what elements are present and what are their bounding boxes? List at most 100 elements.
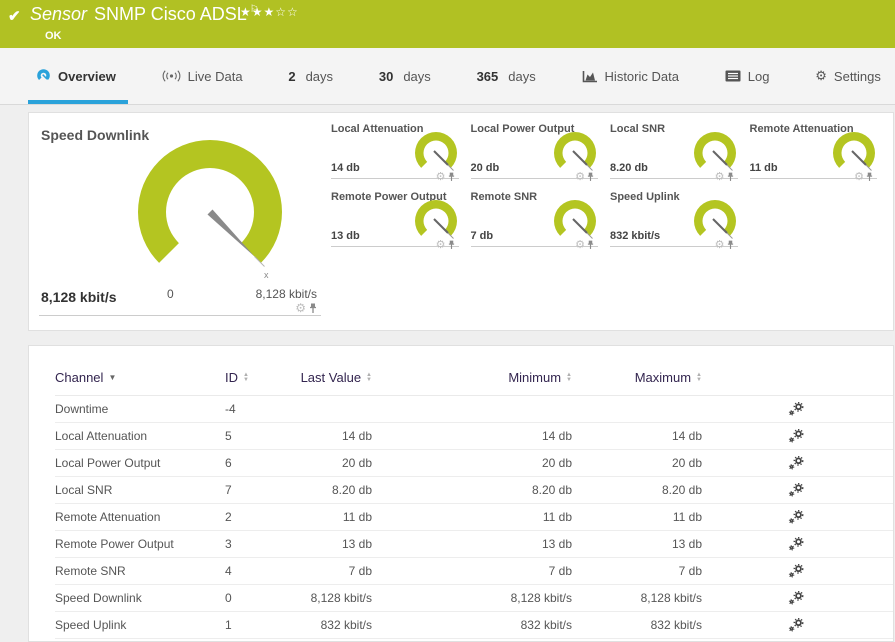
gauge-settings-icon[interactable]: ⚙ <box>715 170 725 183</box>
table-row-local-attenuation: Local Attenuation 5 14 db 14 db 14 db <box>55 423 893 450</box>
channel-settings-button[interactable] <box>788 618 804 632</box>
ok-check-icon: ✔ <box>8 8 21 25</box>
pin-icon[interactable] <box>866 172 873 182</box>
maximum-value: 20 db <box>671 456 702 470</box>
gauge-scale-max: 8,128 kbit/s <box>255 287 317 301</box>
channel-name: Downtime <box>55 402 109 416</box>
sensor-status-bar: ✔ Sensor SNMP Cisco ADSL ⚐ ★★★☆☆ OK <box>0 0 895 48</box>
gauge-scale-min: 0 <box>167 287 174 301</box>
table-row-speed-downlink: Speed Downlink 0 8,128 kbit/s 8,128 kbit… <box>55 585 893 612</box>
last-value: 8,128 kbit/s <box>310 591 372 605</box>
priority-stars[interactable]: ★★★☆☆ <box>240 5 299 19</box>
gauge-settings-icon[interactable]: ⚙ <box>715 238 725 251</box>
minimum-value: 8.20 db <box>531 483 572 497</box>
column-header-channel[interactable]: Channel ▼ <box>55 370 225 385</box>
channel-settings-button[interactable] <box>788 429 804 443</box>
gauge-settings-icon[interactable]: ⚙ <box>575 170 585 183</box>
column-header-id[interactable]: ID ▲ ▼ <box>225 370 300 385</box>
gauge-current-value: 8,128 kbit/s <box>41 289 117 305</box>
gauge-title: Speed Downlink <box>41 127 150 143</box>
channel-settings-button[interactable] <box>788 456 804 470</box>
channel-name: Local SNR <box>55 483 113 497</box>
column-header-minimum[interactable]: Minimum ▲ ▼ <box>372 370 572 385</box>
column-label: ID <box>225 370 238 385</box>
pin-icon[interactable] <box>448 240 455 250</box>
needle-marker: x <box>264 270 269 280</box>
column-header-last-value[interactable]: Last Value ▲ ▼ <box>300 370 372 385</box>
gauge-title: Speed Uplink <box>610 191 680 203</box>
tab-settings[interactable]: ⚙ Settings <box>809 48 887 104</box>
gauge-current-value: 20 db <box>470 162 500 174</box>
table-row-speed-uplink: Speed Uplink 1 832 kbit/s 832 kbit/s 832… <box>55 612 893 639</box>
mini-gauge-speed-uplink: Speed Uplink 832 kbit/s ⚙ <box>610 191 738 251</box>
channel-gears-icon <box>788 402 804 416</box>
pin-icon[interactable] <box>587 172 594 182</box>
channel-settings-button[interactable] <box>788 564 804 578</box>
tab-overview[interactable]: Overview <box>28 48 128 104</box>
sort-icon: ▲ ▼ <box>243 371 249 383</box>
gauge-settings-icon[interactable]: ⚙ <box>436 170 446 183</box>
gauge-settings-icon[interactable]: ⚙ <box>295 301 306 315</box>
tab-2-days[interactable]: 2 days <box>282 48 339 104</box>
channel-settings-button[interactable] <box>788 510 804 524</box>
pin-icon[interactable] <box>727 240 734 250</box>
channel-gears-icon <box>788 456 804 470</box>
mini-gauge-remote-attenuation: Remote Attenuation 11 db ⚙ <box>749 123 877 183</box>
channel-settings-button[interactable] <box>788 591 804 605</box>
last-value: 13 db <box>341 537 372 551</box>
gauge-current-value: 11 db <box>749 162 778 174</box>
sort-descending-icon: ▼ <box>108 373 117 382</box>
gauge-title: Local Attenuation <box>331 123 424 135</box>
pin-icon[interactable] <box>309 303 317 314</box>
sort-icon: ▲ ▼ <box>696 371 702 383</box>
gauge-settings-icon[interactable]: ⚙ <box>436 238 446 251</box>
tab-label: days <box>403 68 431 84</box>
gauge-title: Remote SNR <box>470 191 538 203</box>
table-row-local-snr: Local SNR 7 8.20 db 8.20 db 8.20 db <box>55 477 893 504</box>
channel-settings-button[interactable] <box>788 402 804 416</box>
tab-label: days <box>305 68 334 84</box>
channel-name: Speed Downlink <box>55 591 142 605</box>
pin-icon[interactable] <box>587 240 594 250</box>
channel-gears-icon <box>788 483 804 497</box>
mini-gauge-remote-power-output: Remote Power Output 13 db ⚙ <box>331 191 459 251</box>
table-row-local-power-output: Local Power Output 6 20 db 20 db 20 db <box>55 450 893 477</box>
tab-log[interactable]: Log <box>719 48 776 104</box>
pin-icon[interactable] <box>448 172 455 182</box>
maximum-value: 14 db <box>671 429 702 443</box>
tab-30-days[interactable]: 30 days <box>373 48 437 104</box>
channel-id: 5 <box>225 429 232 443</box>
column-header-maximum[interactable]: Maximum ▲ ▼ <box>572 370 702 385</box>
tab-label: Live Data <box>187 68 243 84</box>
channel-settings-button[interactable] <box>788 537 804 551</box>
channel-name: Remote Power Output <box>55 537 174 551</box>
tab-historic-data[interactable]: Historic Data <box>576 48 685 104</box>
page-title: Sensor SNMP Cisco ADSL ⚐ <box>30 4 259 25</box>
gauge-current-value: 13 db <box>331 230 360 242</box>
mini-gauge-local-power-output: Local Power Output 20 db ⚙ <box>470 123 598 183</box>
gauge-settings-icon[interactable]: ⚙ <box>854 170 864 183</box>
channel-id: 6 <box>225 456 232 470</box>
sensor-name: SNMP Cisco ADSL <box>94 4 247 24</box>
tab-label: Overview <box>58 68 116 84</box>
channel-gears-icon <box>788 429 804 443</box>
column-label: Last Value <box>300 370 362 385</box>
historic-data-icon <box>582 70 598 83</box>
minimum-value: 7 db <box>548 564 572 578</box>
last-value: 14 db <box>341 429 372 443</box>
channel-id: 3 <box>225 537 232 551</box>
stars-empty: ☆☆ <box>275 5 299 19</box>
pin-icon[interactable] <box>727 172 734 182</box>
tab-live-data[interactable]: Live Data <box>156 48 249 104</box>
settings-gear-icon: ⚙ <box>815 68 827 83</box>
gauges-panel: Speed Downlink x 8,128 kbit/s 0 8,128 kb… <box>28 112 894 331</box>
channel-settings-button[interactable] <box>788 483 804 497</box>
tab-365-days[interactable]: 365 days <box>471 48 542 104</box>
gauge-settings-icon[interactable]: ⚙ <box>575 238 585 251</box>
tab-number: 365 <box>476 68 499 84</box>
table-row-downtime: Downtime -4 <box>55 396 893 423</box>
gauge-title: Local SNR <box>610 123 666 135</box>
channel-id: -4 <box>225 402 236 416</box>
tab-label: Log <box>747 68 770 84</box>
status-badge: OK <box>45 30 62 42</box>
